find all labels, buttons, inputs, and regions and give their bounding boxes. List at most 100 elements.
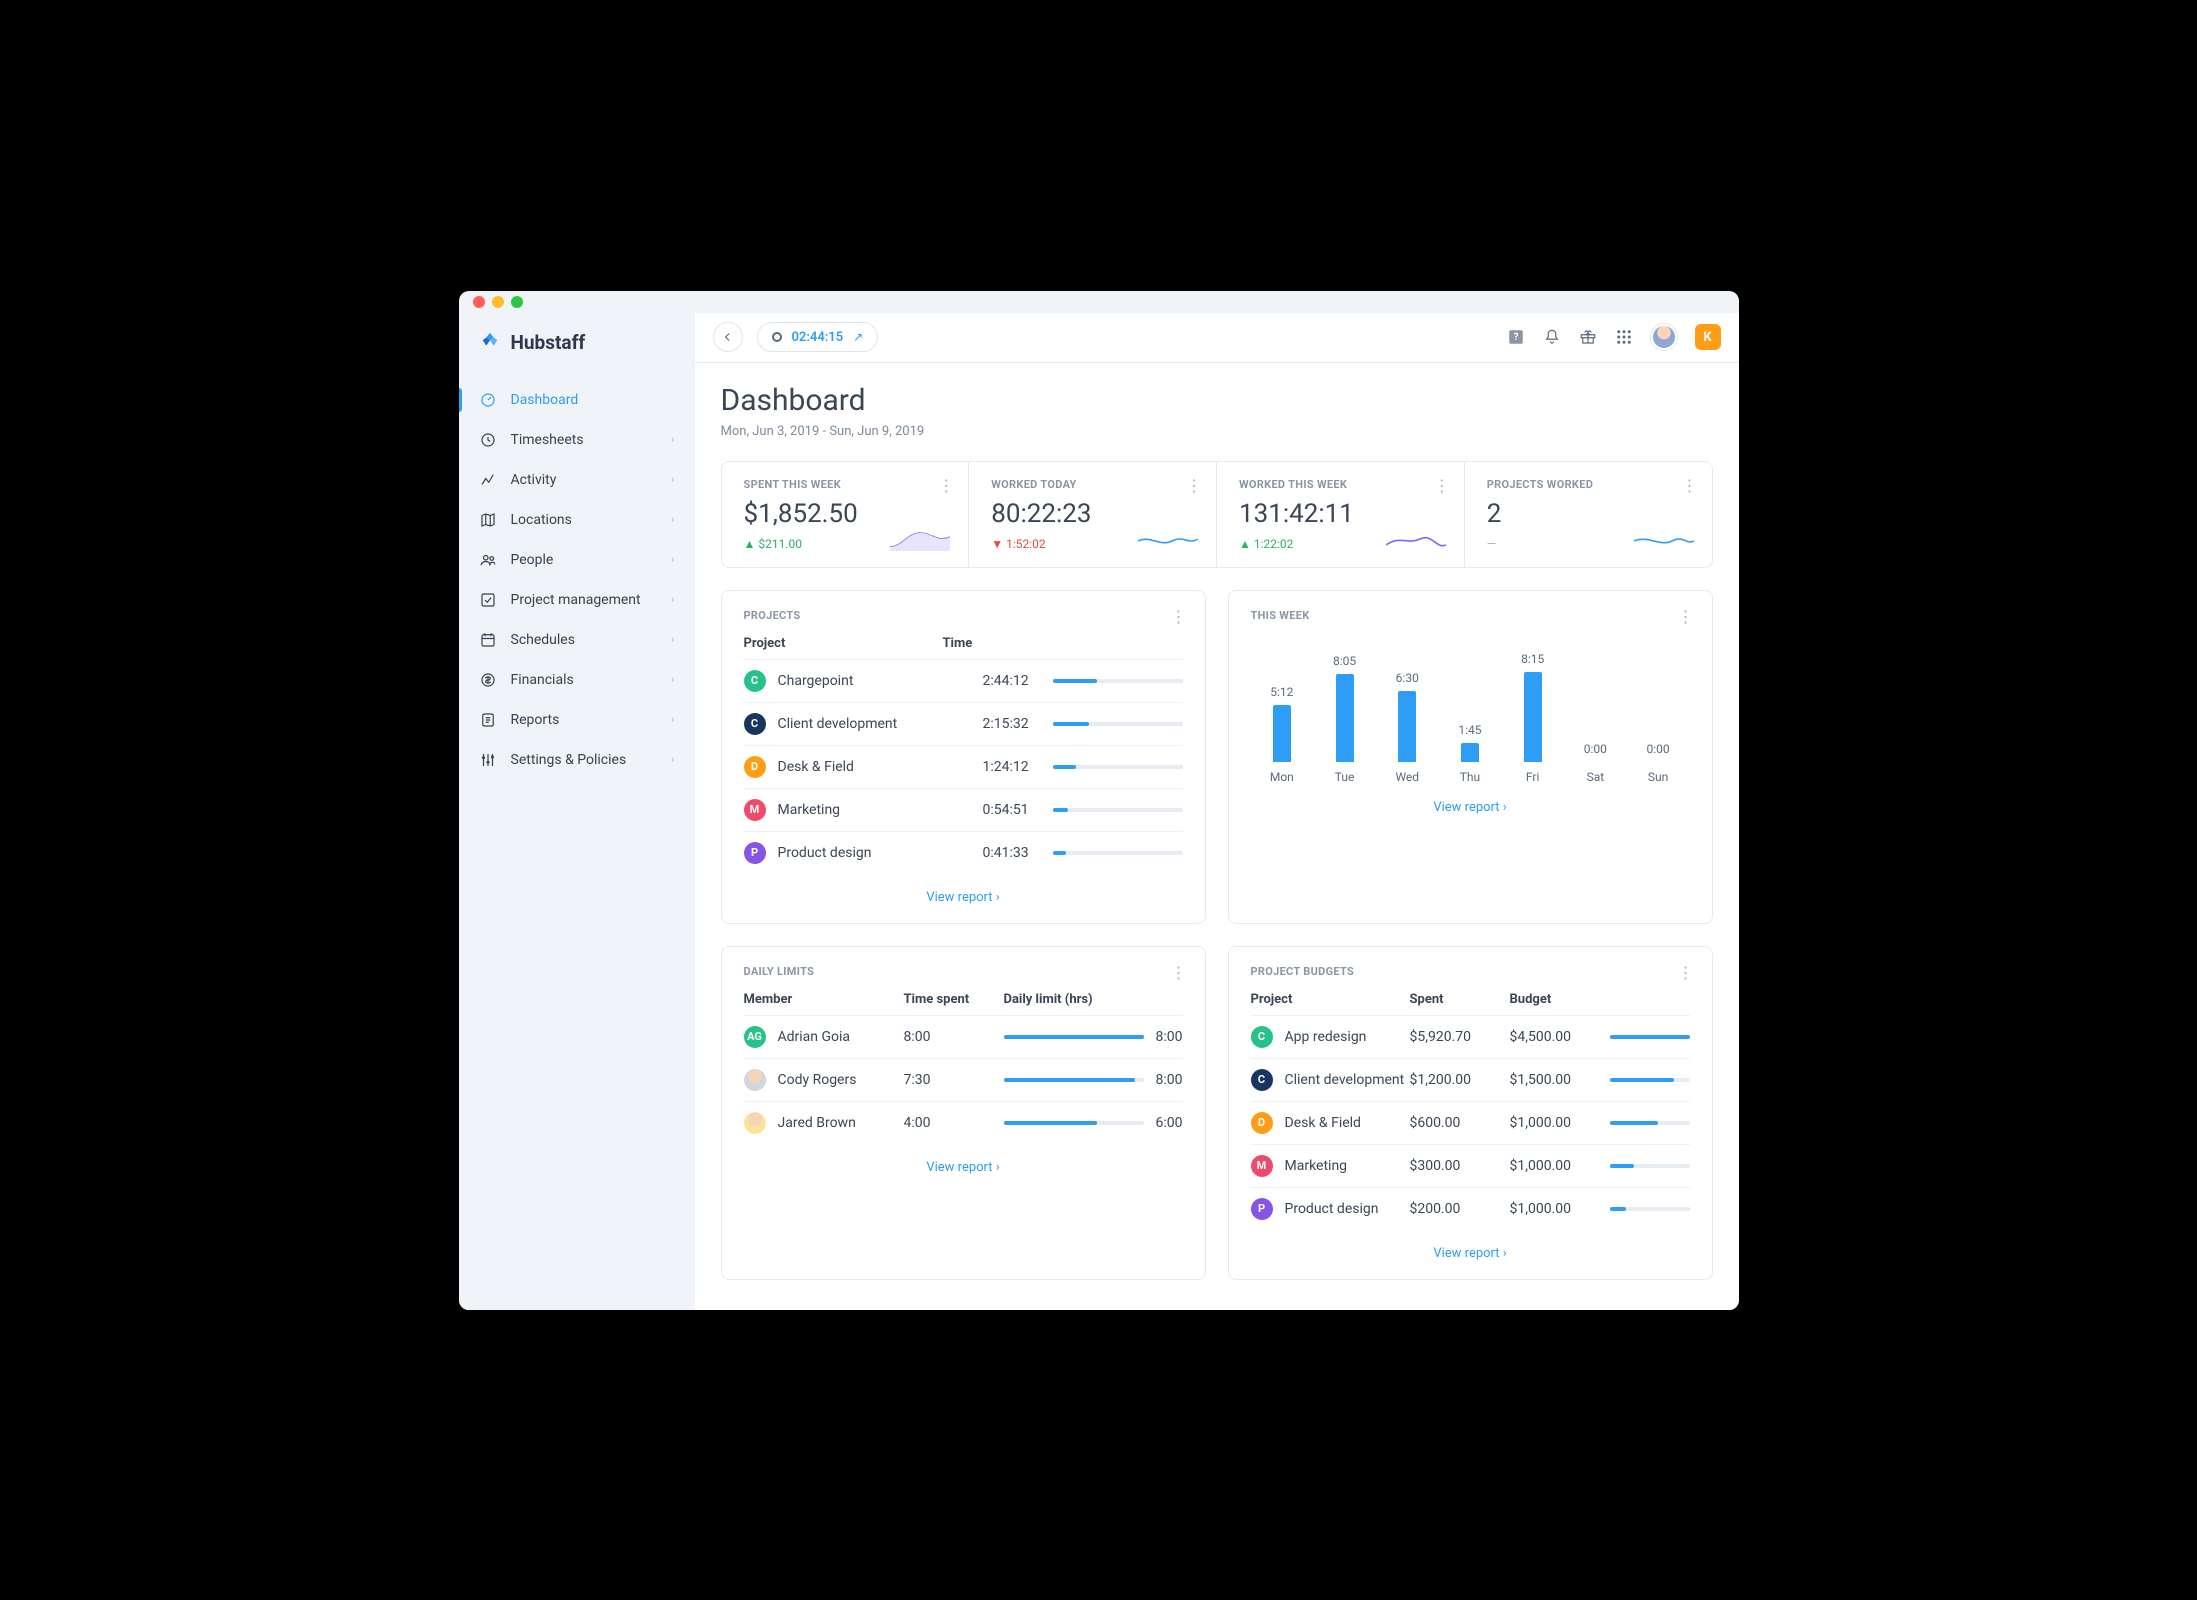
card-menu-icon[interactable]: ⋮ [1171,963,1187,982]
view-report-link[interactable]: View report › [926,890,999,905]
limit-row[interactable]: AGAdrian Goia 8:00 8:00 [744,1015,1183,1058]
col-budget: Budget [1510,992,1610,1007]
budget-value: $1,000.00 [1510,1115,1610,1131]
metric-label: WORKED THIS WEEK [1239,478,1442,491]
card-menu-icon[interactable]: ⋮ [1678,963,1694,982]
metric-value: 131:42:11 [1239,499,1442,529]
project-row[interactable]: DDesk & Field 1:24:12 [744,745,1183,788]
spent-value: $300.00 [1410,1158,1510,1174]
metric-menu-icon[interactable]: ⋮ [938,476,954,495]
maximize-window[interactable] [511,296,523,308]
metric-card: ⋮ WORKED THIS WEEK 131:42:11 ▲ 1:22:02 [1216,462,1464,567]
budget-row[interactable]: M Marketing $300.00 $1,000.00 [1251,1144,1690,1187]
budget-value: $1,000.00 [1510,1158,1610,1174]
progress-bar [1053,851,1183,855]
card-menu-icon[interactable]: ⋮ [1171,607,1187,626]
chevron-right-icon: › [671,673,674,686]
brand[interactable]: Hubstaff [459,313,695,380]
timer-widget[interactable]: 02:44:15 ↗ [757,322,879,352]
close-window[interactable] [473,296,485,308]
project-time: 2:15:32 [983,716,1053,732]
week-bar-sat[interactable]: 0:00 Sat [1570,742,1620,784]
project-name: Marketing [1285,1158,1348,1174]
card-title: PROJECT BUDGETS [1251,965,1690,978]
week-bar-fri[interactable]: 8:15 Fri [1508,652,1558,784]
settings-policies-icon [479,751,497,769]
week-value: 8:15 [1521,652,1544,666]
user-avatar[interactable] [1651,324,1677,350]
metric-menu-icon[interactable]: ⋮ [1186,476,1202,495]
metric-menu-icon[interactable]: ⋮ [1434,476,1450,495]
sidebar-item-financials[interactable]: Financials› [459,660,695,700]
week-bar-thu[interactable]: 1:45 Thu [1445,723,1495,784]
apps-grid-icon[interactable] [1615,328,1633,346]
week-day-label: Tue [1335,770,1355,784]
view-report-link[interactable]: View report › [926,1160,999,1175]
progress-bar [1053,679,1183,683]
sidebar-item-label: People [511,552,554,568]
chevron-right-icon: › [671,713,674,726]
metric-label: PROJECTS WORKED [1487,478,1690,491]
spent-value: $200.00 [1410,1201,1510,1217]
sidebar-item-activity[interactable]: Activity› [459,460,695,500]
minimize-window[interactable] [492,296,504,308]
project-row[interactable]: MMarketing 0:54:51 [744,788,1183,831]
sidebar-item-reports[interactable]: Reports › [459,700,695,740]
chevron-right-icon: › [671,753,674,766]
back-button[interactable] [713,322,743,352]
progress-bar [1053,765,1183,769]
project-badge: M [1251,1155,1273,1177]
budget-bar [1610,1078,1690,1082]
budget-row[interactable]: DDesk & Field $600.00 $1,000.00 [1251,1101,1690,1144]
metric-value: 2 [1487,499,1690,529]
chevron-right-icon: › [671,593,674,606]
week-bar-mon[interactable]: 5:12 Mon [1257,685,1307,784]
financials-icon [479,671,497,689]
sidebar-item-schedules[interactable]: Schedules› [459,620,695,660]
budget-row[interactable]: CApp redesign $5,920.70 $4,500.00 [1251,1015,1690,1058]
week-bar-wed[interactable]: 6:30 Wed [1382,671,1432,784]
week-bar-tue[interactable]: 8:05 Tue [1320,654,1370,784]
sidebar-item-label: Reports [511,712,560,728]
sidebar-item-people[interactable]: People› [459,540,695,580]
week-day-label: Fri [1526,770,1539,784]
sidebar-item-timesheets[interactable]: Timesheets› [459,420,695,460]
help-icon[interactable]: ? [1507,328,1525,346]
gift-icon[interactable] [1579,328,1597,346]
chevron-right-icon: › [671,513,674,526]
bar-icon [1524,672,1542,762]
project-row[interactable]: PProduct design 0:41:33 [744,831,1183,874]
card-title: DAILY LIMITS [744,965,1183,978]
limit-bar [1004,1121,1144,1125]
metric-menu-icon[interactable]: ⋮ [1682,476,1698,495]
view-report-link[interactable]: View report › [1433,1246,1506,1261]
chevron-right-icon: › [671,473,674,486]
sidebar-item-project-management[interactable]: Project management › [459,580,695,620]
metric-card: ⋮ SPENT THIS WEEK $1,852.50 ▲ $211.00 [722,462,969,567]
sidebar-item-dashboard[interactable]: Dashboard [459,380,695,420]
sidebar-item-label: Dashboard [511,392,579,408]
card-menu-icon[interactable]: ⋮ [1678,607,1694,626]
progress-bar [1053,808,1183,812]
sidebar: Hubstaff Dashboard Timesheets›Activity›Lo… [459,313,695,1310]
col-project: Project [744,636,943,651]
org-switcher[interactable]: K [1695,324,1721,350]
view-report-link[interactable]: View report › [1433,800,1506,815]
metrics-row: ⋮ SPENT THIS WEEK $1,852.50 ▲ $211.00 ⋮ … [721,461,1713,568]
timesheets-icon [479,431,497,449]
budget-row[interactable]: CClient development $1,200.00 $1,500.00 [1251,1058,1690,1101]
sidebar-item-settings-policies[interactable]: Settings & Policies› [459,740,695,780]
project-badge: M [744,799,766,821]
sidebar-item-locations[interactable]: Locations› [459,500,695,540]
budget-bar [1610,1035,1690,1039]
sidebar-item-label: Project management [511,592,641,608]
project-management-icon [479,591,497,609]
bell-icon[interactable] [1543,328,1561,346]
project-row[interactable]: CClient development 2:15:32 [744,702,1183,745]
limit-row[interactable]: Jared Brown 4:00 6:00 [744,1101,1183,1144]
main: 02:44:15 ↗ ? K Dashboard Mon, Jun 3, 201… [695,313,1739,1310]
project-row[interactable]: CChargepoint 2:44:12 [744,659,1183,702]
limit-row[interactable]: Cody Rogers 7:30 8:00 [744,1058,1183,1101]
week-bar-sun[interactable]: 0:00 Sun [1633,742,1683,784]
budget-row[interactable]: PProduct design $200.00 $1,000.00 [1251,1187,1690,1230]
